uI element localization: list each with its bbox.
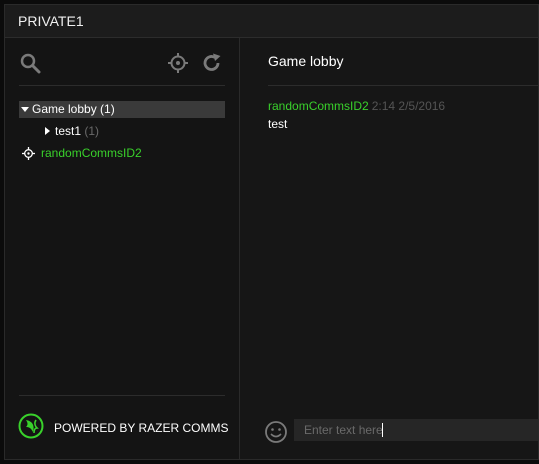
chat-title: Game lobby bbox=[268, 53, 344, 69]
razer-comms-footer: POWERED BY RAZER COMMS bbox=[18, 413, 233, 443]
expand-arrow-icon[interactable] bbox=[45, 127, 50, 135]
lobby-label: Game lobby bbox=[32, 102, 97, 116]
channel-sidebar: Game lobby (1) test1 (1) randomCommsID2 … bbox=[5, 38, 240, 459]
toolbar-divider bbox=[19, 85, 225, 86]
title-bar: PRIVATE1 bbox=[5, 5, 538, 38]
razer-logo-icon bbox=[18, 413, 44, 444]
app-window: PRIVATE1 Game lobby (1) test1 (1) random… bbox=[4, 4, 539, 460]
user-locate-icon bbox=[22, 147, 35, 165]
search-icon[interactable] bbox=[19, 52, 41, 74]
chat-message: randomCommsID2 2:14 2/5/2016 test bbox=[268, 99, 445, 131]
tree-item-user[interactable]: randomCommsID2 bbox=[19, 145, 225, 162]
tree-item-test1[interactable]: test1 (1) bbox=[19, 123, 225, 140]
message-timestamp: 2:14 2/5/2016 bbox=[371, 99, 446, 113]
footer-label: POWERED BY RAZER COMMS bbox=[54, 421, 229, 435]
text-caret bbox=[382, 423, 383, 437]
window-title: PRIVATE1 bbox=[18, 13, 84, 29]
emoji-icon[interactable] bbox=[264, 420, 288, 444]
collapse-arrow-icon[interactable] bbox=[21, 107, 29, 112]
chat-pane: Game lobby randomCommsID2 2:14 2/5/2016 t… bbox=[240, 38, 538, 459]
locate-icon[interactable] bbox=[167, 52, 189, 74]
tree-item-game-lobby[interactable]: Game lobby (1) bbox=[19, 101, 225, 118]
refresh-icon[interactable] bbox=[201, 52, 223, 74]
sidebar-toolbar bbox=[19, 48, 225, 78]
channel-label: test1 bbox=[55, 124, 82, 138]
channel-tree: Game lobby (1) test1 (1) randomCommsID2 bbox=[19, 101, 225, 167]
message-author[interactable]: randomCommsID2 bbox=[268, 99, 369, 113]
user-label: randomCommsID2 bbox=[41, 146, 142, 160]
footer-divider bbox=[19, 395, 225, 396]
lobby-count: (1) bbox=[100, 102, 115, 116]
channel-count: (1) bbox=[84, 124, 100, 138]
chat-input-row bbox=[264, 419, 538, 443]
chat-header-divider bbox=[268, 85, 538, 86]
chat-message-input[interactable] bbox=[294, 419, 538, 441]
message-text: test bbox=[268, 117, 288, 131]
